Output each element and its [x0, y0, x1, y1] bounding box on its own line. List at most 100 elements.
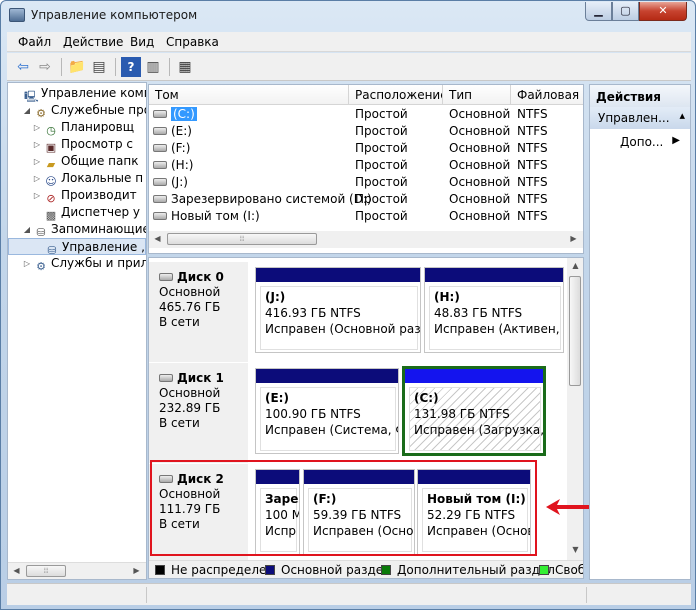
volume-name-text: (J:)	[171, 175, 188, 189]
disk-icon	[159, 273, 173, 281]
legend-swatch	[155, 565, 165, 575]
partition-title: (E:)	[265, 391, 289, 405]
tree-item[interactable]: ▷ ◷ Планировщ	[8, 119, 135, 137]
volume-row[interactable]: (E:) Простой Основной NTFS	[149, 123, 583, 140]
disk-label[interactable]: Диск 1 Основной 232.89 ГБ В сети	[149, 363, 249, 463]
volume-name: (C:)	[153, 106, 197, 123]
legend-item: Дополнительный раздел	[381, 563, 555, 577]
action-more[interactable]: Допо...	[620, 135, 663, 149]
disk-title: Диск 0	[159, 270, 248, 285]
properties-icon[interactable]: ▦	[175, 57, 195, 77]
tree-item-label: Службы и прил	[51, 256, 147, 270]
scroll-left-icon[interactable]: ◀	[8, 563, 25, 579]
volume-file-system: NTFS	[517, 192, 548, 206]
disk-kind: Основной	[159, 285, 221, 299]
volume-row[interactable]: (F:) Простой Основной NTFS	[149, 140, 583, 157]
tree-item[interactable]: ◢ ⛁ Запоминающие	[8, 221, 147, 239]
submenu-arrow-icon[interactable]: ▶	[672, 135, 680, 146]
menu-view[interactable]: Вид	[130, 35, 154, 49]
drive-icon	[153, 127, 167, 135]
tree-item[interactable]: ▷ ▣ Просмотр с	[8, 136, 133, 154]
help-icon[interactable]: ?	[121, 57, 141, 77]
collapsed-arrow-icon[interactable]: ▷	[32, 153, 42, 170]
scroll-right-icon[interactable]: ▶	[128, 563, 145, 579]
forward-icon[interactable]: ⇨	[35, 57, 55, 77]
volume-name: (J:)	[153, 174, 188, 191]
collapsed-arrow-icon[interactable]: ▷	[22, 255, 32, 272]
disk-status: В сети	[159, 315, 200, 329]
drive-icon	[153, 212, 167, 220]
scrollbar-thumb[interactable]: ⦙⦙⦙	[26, 565, 66, 577]
expanded-arrow-icon[interactable]: ◢	[22, 102, 32, 119]
tree-item-label: Управление компь	[41, 86, 147, 100]
column-file-system[interactable]: Файловая си	[511, 85, 583, 105]
collapsed-arrow-icon[interactable]: ▷	[32, 170, 42, 187]
partition[interactable]: (J:) 416.93 ГБ NTFS Исправен (Основной раз…	[255, 267, 421, 353]
scrollbar-thumb[interactable]	[569, 276, 581, 386]
show-hide-action-pane-icon[interactable]: ▥	[143, 57, 163, 77]
menu-action[interactable]: Действие	[63, 35, 123, 49]
volume-row[interactable]: (C:) Простой Основной NTFS	[149, 106, 583, 123]
volume-type: Основной	[449, 107, 511, 121]
volume-file-system: NTFS	[517, 141, 548, 155]
tree-item[interactable]: ▷ ⚙ Службы и прил	[8, 255, 147, 273]
partition[interactable]: (E:) 100.90 ГБ NTFS Исправен (Система, Фа	[255, 368, 399, 454]
up-folder-icon[interactable]: 📁	[67, 57, 87, 77]
tree-item-label: Запоминающие	[51, 222, 147, 236]
volume-layout: Простой	[355, 175, 408, 189]
tree-horizontal-scrollbar[interactable]: ◀ ⦙⦙⦙ ▶	[8, 562, 146, 579]
tree-item-label: Производит	[61, 188, 137, 202]
column-layout[interactable]: Расположение	[349, 85, 443, 105]
tree-item[interactable]: ▷ ▰ Общие папк	[8, 153, 139, 171]
tree-item[interactable]: ▷ ⊘ Производит	[8, 187, 137, 205]
tree-item[interactable]: ◢ ⚙ Служебные про	[8, 102, 146, 120]
column-volume[interactable]: Том	[149, 85, 349, 105]
minimize-button[interactable]: ▁	[585, 2, 612, 21]
volume-type: Основной	[449, 124, 511, 138]
show-hide-tree-icon[interactable]: ▤	[89, 57, 109, 77]
volume-name-text: (H:)	[171, 158, 194, 172]
tree-item[interactable]: ▷ ☺ Локальные п	[8, 170, 143, 188]
partition-bar	[425, 268, 563, 282]
actions-header: Действия	[590, 85, 690, 107]
disk-label[interactable]: Диск 0 Основной 465.76 ГБ В сети	[149, 262, 249, 362]
partition[interactable]: (H:) 48.83 ГБ NTFS Исправен (Активен, Ос	[424, 267, 564, 353]
maximize-button[interactable]: ▢	[612, 2, 639, 21]
volume-type: Основной	[449, 158, 511, 172]
volume-file-system: NTFS	[517, 175, 548, 189]
column-type[interactable]: Тип	[443, 85, 511, 105]
expanded-arrow-icon[interactable]: ◢	[22, 221, 32, 238]
legend-label: Основной раздел	[281, 563, 391, 577]
tree-item-label: Планировщ	[61, 120, 135, 134]
partition-bar	[405, 369, 543, 383]
legend-item: Своб	[539, 563, 583, 577]
tree-item[interactable]: 🖳 Управление компь	[8, 85, 147, 103]
actions-section-disk-management[interactable]: Управлен... ▴	[590, 107, 690, 129]
collapse-icon[interactable]: ▴	[679, 109, 685, 122]
collapsed-arrow-icon[interactable]: ▷	[32, 136, 42, 153]
drive-icon	[153, 178, 167, 186]
tree-item[interactable]: ▩ Диспетчер у	[8, 204, 140, 222]
legend-swatch	[265, 565, 275, 575]
volume-list-horizontal-scrollbar[interactable]: ◀ ⦙⦙⦙ ▶	[149, 231, 583, 248]
tree-item-label: Диспетчер у	[61, 205, 140, 219]
scrollbar-thumb[interactable]: ⦙⦙⦙	[167, 233, 317, 245]
title-bar: Управление компьютером ▁ ▢ ✕	[1, 1, 695, 31]
volume-row[interactable]: Зарезервировано системой (D:) Простой Осно…	[149, 191, 583, 208]
menu-help[interactable]: Справка	[166, 35, 219, 49]
scroll-down-icon[interactable]: ▼	[567, 542, 583, 558]
partition[interactable]: (C:) 131.98 ГБ NTFS Исправен (Загрузка, Ав	[402, 366, 546, 456]
scroll-left-icon[interactable]: ◀	[149, 231, 166, 247]
volume-row[interactable]: (H:) Простой Основной NTFS	[149, 157, 583, 174]
tree-item[interactable]: ⛁ Управление ,	[8, 238, 146, 257]
menu-file[interactable]: Файл	[18, 35, 51, 49]
scroll-up-icon[interactable]: ▲	[567, 258, 583, 274]
close-button[interactable]: ✕	[639, 2, 687, 21]
collapsed-arrow-icon[interactable]: ▷	[32, 119, 42, 136]
volume-row[interactable]: Новый том (I:) Простой Основной NTFS	[149, 208, 583, 225]
back-icon[interactable]: ⇦	[13, 57, 33, 77]
window-title: Управление компьютером	[31, 8, 198, 22]
volume-row[interactable]: (J:) Простой Основной NTFS	[149, 174, 583, 191]
collapsed-arrow-icon[interactable]: ▷	[32, 187, 42, 204]
scroll-right-icon[interactable]: ▶	[565, 231, 582, 247]
